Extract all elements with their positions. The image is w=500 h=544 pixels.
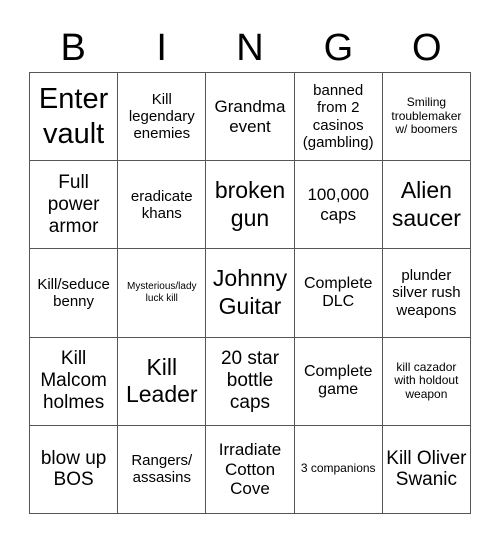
bingo-cell[interactable]: blow up BOS: [30, 425, 119, 514]
cell-text: plunder silver rush weapons: [392, 267, 461, 319]
bingo-cell[interactable]: broken gun: [206, 161, 295, 250]
bingo-cell[interactable]: banned from 2 casinos (gambling): [294, 73, 383, 162]
bingo-cell[interactable]: Kill Leader: [118, 337, 207, 426]
bingo-cell[interactable]: 20 star bottle caps: [206, 337, 295, 426]
cell-text: Kill/seduce benny: [37, 275, 110, 310]
bingo-cell[interactable]: Enter vault: [30, 73, 119, 162]
bingo-header: B I N G O: [29, 24, 471, 72]
bingo-cell[interactable]: Kill Malcom holmes: [30, 337, 119, 426]
bingo-cell[interactable]: 100,000 caps: [294, 161, 383, 250]
bingo-cell[interactable]: Kill Oliver Swanic: [382, 425, 471, 514]
bingo-cell[interactable]: Complete game: [294, 337, 383, 426]
cell-text: banned from 2 casinos (gambling): [302, 82, 374, 151]
cell-text: blow up BOS: [40, 447, 107, 491]
bingo-cell[interactable]: Smiling troublemaker w/ boomers: [382, 73, 471, 162]
cell-text: Kill Leader: [125, 353, 198, 408]
bingo-cell[interactable]: eradicate khans: [118, 161, 207, 250]
bingo-cell[interactable]: Grandma event: [206, 73, 295, 162]
bingo-cell[interactable]: Alien saucer: [382, 161, 471, 250]
cell-text: Smiling troublemaker w/ boomers: [391, 94, 462, 137]
cell-text: Enter vault: [38, 82, 109, 150]
bingo-cell[interactable]: Rangers/ assasins: [118, 425, 207, 514]
header-letter-b: B: [60, 27, 86, 69]
cell-text: Kill legendary enemies: [128, 90, 195, 143]
cell-text: Grandma event: [214, 97, 286, 136]
bingo-cell[interactable]: Complete DLC: [294, 249, 383, 338]
cell-text: 3 companions: [300, 461, 376, 476]
cell-text: 20 star bottle caps: [220, 348, 280, 414]
bingo-cell[interactable]: Kill legendary enemies: [118, 73, 207, 162]
header-letter-o: O: [412, 27, 442, 69]
bingo-cell[interactable]: Irradiate Cotton Cove: [206, 425, 295, 514]
cell-text: Alien saucer: [391, 177, 461, 231]
bingo-cell[interactable]: kill cazador with holdout weapon: [382, 337, 471, 426]
bingo-cell[interactable]: Full power armor: [30, 161, 119, 250]
cell-text: eradicate khans: [130, 187, 193, 222]
cell-text: Mysterious/lady luck kill: [127, 281, 197, 304]
cell-text: Complete game: [303, 362, 373, 399]
cell-text: kill cazador with holdout weapon: [394, 359, 459, 402]
bingo-board: Enter vault Kill legendary enemies Grand…: [29, 72, 471, 514]
cell-text: Johnny Guitar: [212, 265, 288, 319]
cell-text: broken gun: [214, 177, 286, 231]
bingo-cell[interactable]: Mysterious/lady luck kill: [118, 249, 207, 338]
header-letter-n: N: [236, 27, 264, 69]
cell-text: Irradiate Cotton Cove: [218, 440, 282, 499]
cell-text: 100,000 caps: [307, 185, 369, 224]
bingo-cell[interactable]: plunder silver rush weapons: [382, 249, 471, 338]
bingo-cell[interactable]: 3 companions: [294, 425, 383, 514]
header-letter-g: G: [323, 27, 354, 69]
cell-text: Kill Oliver Swanic: [386, 447, 467, 491]
bingo-cell[interactable]: Johnny Guitar: [206, 249, 295, 338]
cell-text: Full power armor: [47, 172, 100, 237]
cell-text: Complete DLC: [303, 274, 373, 310]
cell-text: Kill Malcom holmes: [40, 348, 107, 414]
header-letter-i: I: [156, 27, 167, 69]
cell-text: Rangers/ assasins: [131, 452, 193, 487]
bingo-cell[interactable]: Kill/seduce benny: [30, 249, 119, 338]
